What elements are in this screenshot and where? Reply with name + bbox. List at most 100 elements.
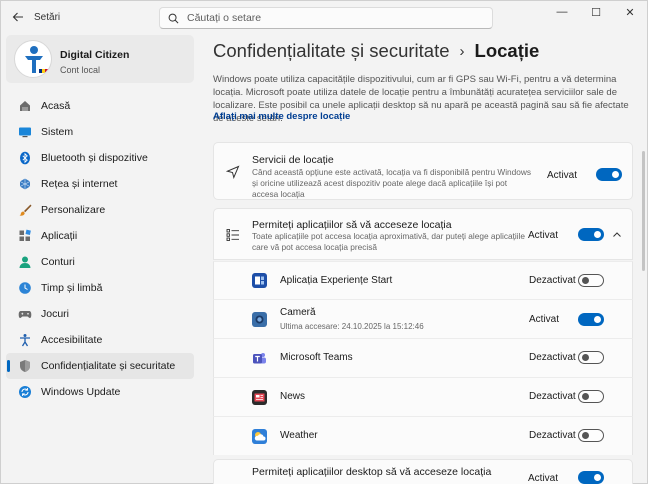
search-box[interactable] (159, 7, 493, 29)
app-access-toggle[interactable] (578, 228, 604, 241)
weather-toggle[interactable] (578, 429, 604, 442)
arrow-left-icon (12, 12, 23, 22)
sidebar-item-system[interactable]: Sistem (6, 119, 194, 145)
profile-card[interactable]: Digital Citizen Cont local (6, 35, 194, 83)
app-list-icon (226, 228, 240, 242)
search-input[interactable] (187, 12, 477, 24)
app-state: Activat (529, 314, 560, 325)
app-state: Dezactivat (529, 275, 576, 286)
gaming-icon (18, 307, 32, 321)
accessibility-icon (18, 333, 32, 347)
title-bar: Setări — ☐ ✕ (1, 1, 647, 34)
sidebar-item-label: Bluetooth și dispozitive (41, 152, 148, 164)
maximize-button[interactable]: ☐ (579, 1, 613, 23)
search-icon (168, 13, 179, 23)
camera-toggle[interactable] (578, 313, 604, 326)
window-controls: — ☐ ✕ (545, 1, 647, 23)
app-state: Dezactivat (529, 430, 576, 441)
sidebar-item-network[interactable]: Rețea și internet (6, 171, 194, 197)
breadcrumb: Confidențialitate și securitate › Locați… (213, 40, 539, 62)
sidebar-item-label: Confidențialitate și securitate (41, 360, 176, 372)
back-button[interactable] (7, 7, 29, 27)
app-title: Setări (34, 12, 61, 23)
news-toggle[interactable] (578, 390, 604, 403)
home-icon (18, 99, 32, 113)
app-access-title: Permiteți aplicațiilor să vă acceseze lo… (252, 219, 452, 231)
sidebar-item-accounts[interactable]: Conturi (6, 249, 194, 275)
desktop-access-toggle[interactable] (578, 471, 604, 484)
app-state: Dezactivat (529, 352, 576, 363)
page-title: Locație (474, 40, 540, 61)
location-services-title: Servicii de locație (252, 154, 334, 166)
app-row-camera: Cameră Ultima accesare: 24.10.2025 la 15… (213, 299, 633, 338)
sidebar-item-apps[interactable]: Aplicații (6, 223, 194, 249)
sidebar-item-windows-update[interactable]: Windows Update (6, 379, 194, 405)
sidebar-item-label: Conturi (41, 256, 75, 268)
app-access-description: Toate aplicațiile pot accesa locația apr… (252, 231, 526, 252)
minimize-button[interactable]: — (545, 1, 579, 23)
app-name: Weather (280, 430, 318, 441)
sidebar-item-gaming[interactable]: Jocuri (6, 301, 194, 327)
apps-icon (18, 229, 32, 243)
update-icon (18, 385, 32, 399)
app-name: Microsoft Teams (280, 352, 353, 363)
desktop-access-state: Activat (528, 473, 559, 484)
sidebar-item-label: Personalizare (41, 204, 106, 216)
brush-icon (18, 203, 32, 217)
profile-account-type: Cont local (60, 65, 101, 75)
sidebar-item-label: Accesibilitate (41, 334, 103, 346)
app-state: Dezactivat (529, 391, 576, 402)
app-access-state: Activat (528, 230, 559, 241)
profile-name: Digital Citizen (60, 49, 130, 61)
avatar (14, 40, 52, 78)
shield-icon (18, 359, 32, 373)
last-access-time: Ultima accesare: 24.10.2025 la 15:12:46 (280, 322, 424, 331)
teams-toggle[interactable] (578, 351, 604, 364)
breadcrumb-parent[interactable]: Confidențialitate și securitate (213, 40, 450, 62)
settings-window: Setări — ☐ ✕ Digital Citizen Cont local (0, 0, 648, 484)
sidebar-item-bluetooth[interactable]: Bluetooth și dispozitive (6, 145, 194, 171)
bluetooth-icon (18, 151, 32, 165)
app-name: News (280, 391, 306, 402)
app-row-news: News Dezactivat (213, 377, 633, 416)
app-name: Cameră (280, 307, 316, 318)
location-services-state: Activat (547, 170, 578, 181)
sidebar-item-label: Acasă (41, 100, 71, 112)
breadcrumb-separator: › (459, 42, 465, 60)
time-language-icon (18, 281, 32, 295)
app-access-card[interactable]: Permiteți aplicațiilor să vă acceseze lo… (213, 208, 633, 260)
system-icon (18, 125, 32, 139)
learn-more-link[interactable]: Aflați mai multe despre locație (213, 111, 350, 122)
sidebar-item-privacy-security[interactable]: Confidențialitate și securitate (6, 353, 194, 379)
app-row-start-experiences: Aplicația Experiențe Start Dezactivat (213, 261, 633, 299)
sidebar-nav: Acasă Sistem Bluetooth și dispozitive Re… (6, 93, 194, 405)
app-name: Aplicația Experiențe Start (280, 275, 393, 286)
sidebar-item-time-language[interactable]: Timp și limbă (6, 275, 194, 301)
camera-app-icon (252, 312, 267, 327)
sidebar-item-personalization[interactable]: Personalizare (6, 197, 194, 223)
navigation-arrow-icon (225, 165, 240, 180)
sidebar-item-label: Timp și limbă (41, 282, 103, 294)
sidebar-item-label: Windows Update (41, 386, 121, 398)
location-services-description: Când această opțiune este activată, loca… (252, 167, 532, 199)
app-row-weather: Weather Dezactivat (213, 416, 633, 455)
location-services-toggle[interactable] (596, 168, 622, 181)
sidebar-item-label: Rețea și internet (41, 178, 118, 190)
sidebar-item-label: Jocuri (41, 308, 70, 320)
teams-app-icon (252, 351, 267, 366)
desktop-access-title: Permiteți aplicațiilor desktop să vă acc… (252, 466, 492, 478)
weather-app-icon (252, 429, 267, 444)
news-app-icon (252, 390, 267, 405)
scrollbar[interactable] (642, 151, 645, 271)
sidebar-item-label: Sistem (41, 126, 74, 138)
sidebar-item-label: Aplicații (41, 230, 78, 242)
close-button[interactable]: ✕ (613, 1, 647, 23)
location-services-card: Servicii de locație Când această opțiune… (213, 142, 633, 200)
desktop-access-card: Permiteți aplicațiilor desktop să vă acc… (213, 459, 633, 484)
sidebar-item-accessibility[interactable]: Accesibilitate (6, 327, 194, 353)
start-experiences-toggle[interactable] (578, 274, 604, 287)
accounts-icon (18, 255, 32, 269)
chevron-up-icon[interactable] (612, 230, 622, 240)
sidebar-item-home[interactable]: Acasă (6, 93, 194, 119)
network-icon (18, 177, 32, 191)
